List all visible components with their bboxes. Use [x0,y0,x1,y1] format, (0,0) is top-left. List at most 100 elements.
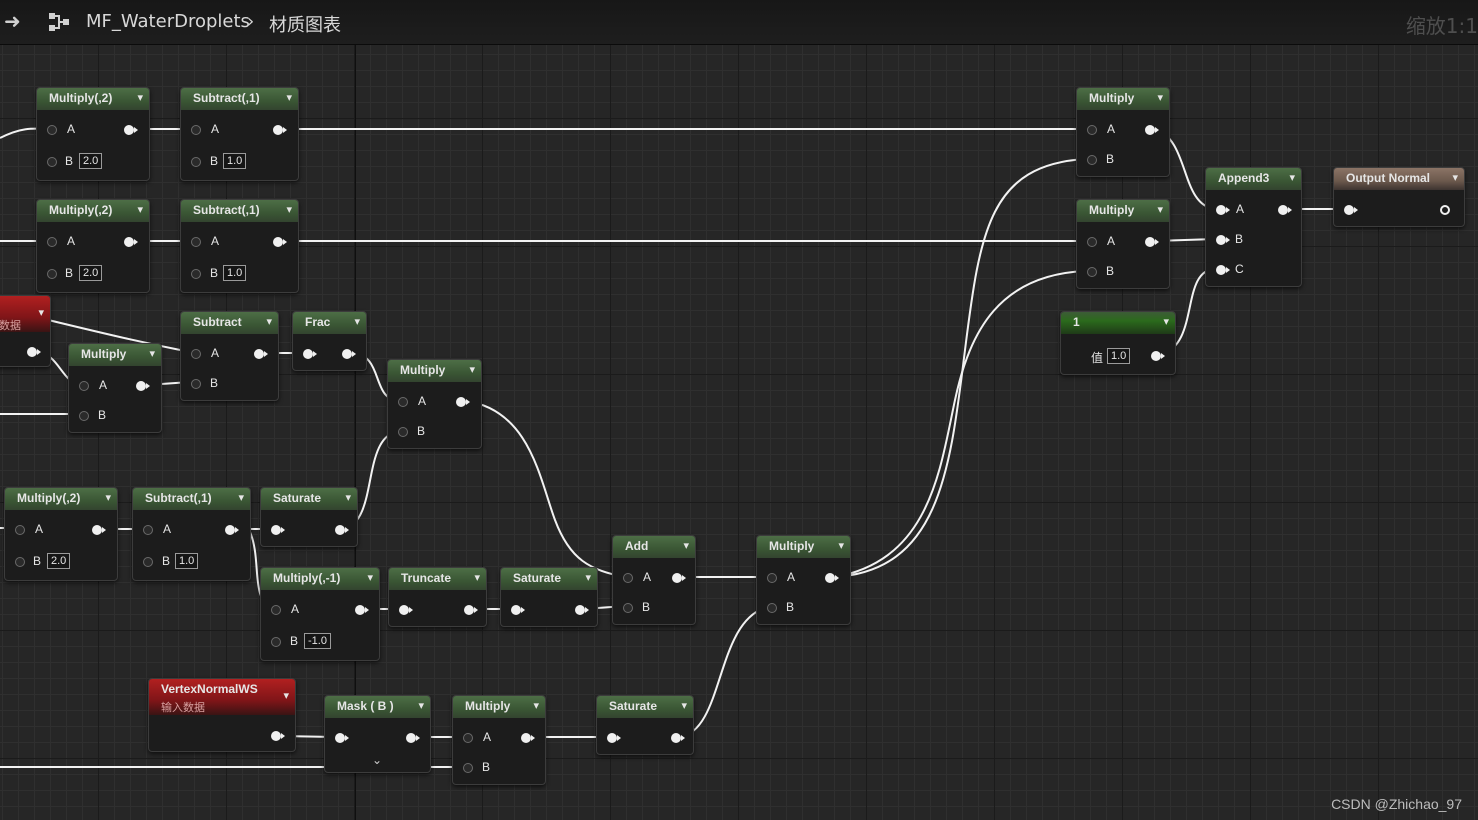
input-pin[interactable] [607,733,621,743]
input-pin-b[interactable] [398,427,408,437]
output-pin[interactable] [273,237,287,247]
value-field[interactable]: 1.0 [1107,348,1131,364]
chevron-down-icon[interactable]: ▾ [149,347,155,360]
chevron-down-icon[interactable]: ▾ [38,306,44,319]
output-pin[interactable] [672,573,686,583]
output-pin[interactable] [464,605,478,615]
input-pin-b[interactable] [143,557,153,567]
node-multiply-row3[interactable]: Multiply ▾ A B [68,343,162,433]
node-saturate-mid[interactable]: Saturate ▾ [500,567,598,627]
output-pin[interactable] [1151,351,1165,361]
chevron-down-icon[interactable]: ▾ [354,315,360,328]
chevron-down-icon[interactable]: ▾ [286,91,292,104]
output-pin[interactable] [342,349,356,359]
node-multiply-2-top[interactable]: Multiply(,2) ▾ A B 2.0 [36,87,150,181]
output-pin[interactable] [271,731,285,741]
value-field[interactable]: 2.0 [79,153,103,169]
node-truncate[interactable]: Truncate ▾ [388,567,487,627]
node-multiply-lower[interactable]: Multiply ▾ A B [756,535,851,625]
chevron-down-icon[interactable]: ▾ [286,203,292,216]
input-pin-a[interactable] [47,125,57,135]
input-pin-a[interactable] [398,397,408,407]
node-multiply-center[interactable]: Multiply ▾ A B [387,359,482,449]
chevron-down-icon[interactable]: ▾ [1157,91,1163,104]
output-pin[interactable] [1145,125,1159,135]
chevron-down-icon[interactable]: ▾ [838,539,844,552]
input-pin-b[interactable] [47,269,57,279]
output-pin[interactable] [1145,237,1159,247]
input-pin[interactable] [303,349,317,359]
chevron-down-icon[interactable]: ▾ [1163,315,1169,328]
output-pin[interactable] [406,733,420,743]
input-pin-a[interactable] [1087,237,1097,247]
chevron-down-icon[interactable]: ▾ [238,491,244,504]
output-pin[interactable] [335,525,349,535]
value-field[interactable]: -1.0 [304,633,331,649]
input-pin-a[interactable] [15,525,25,535]
input-pin[interactable] [1344,205,1358,215]
output-pin[interactable] [456,397,470,407]
output-pin[interactable] [273,125,287,135]
input-pin-a[interactable] [79,381,89,391]
chevron-down-icon[interactable]: ▾ [469,363,475,376]
input-pin[interactable] [271,525,285,535]
input-pin-b[interactable] [15,557,25,567]
output-pin[interactable] [124,125,138,135]
chevron-down-icon[interactable]: ▾ [1289,171,1295,184]
input-pin-a[interactable] [1087,125,1097,135]
input-pin-c[interactable] [1216,265,1230,275]
node-multiply-neg1[interactable]: Multiply(,-1) ▾ A B -1.0 [260,567,380,661]
input-pin-a[interactable] [463,733,473,743]
chevron-down-icon[interactable]: ▾ [137,91,143,104]
input-pin-a[interactable] [623,573,633,583]
input-pin-b[interactable] [47,157,57,167]
node-constant-1[interactable]: 1 ▾ 值 1.0 [1060,311,1176,375]
output-pin[interactable] [355,605,369,615]
node-subtract[interactable]: Subtract ▾ A B [180,311,279,401]
breadcrumb-asset[interactable]: MF_WaterDroplets [86,11,250,32]
output-pin[interactable] [1440,205,1450,215]
input-pin[interactable] [399,605,413,615]
back-arrow-icon[interactable]: ➜ [4,9,21,33]
input-pin-b[interactable] [79,411,89,421]
input-pin-a[interactable] [143,525,153,535]
input-pin-a[interactable] [1216,205,1230,215]
chevron-down-icon[interactable]: ▾ [137,203,143,216]
value-field[interactable]: 1.0 [223,153,247,169]
chevron-down-icon[interactable]: ▾ [1157,203,1163,216]
chevron-down-icon[interactable]: ▾ [283,689,289,702]
chevron-down-icon[interactable]: ▾ [266,315,272,328]
input-pin-b[interactable] [191,157,201,167]
chevron-down-icon[interactable]: ▾ [367,571,373,584]
node-multiply-bottom[interactable]: Multiply ▾ A B [452,695,546,785]
input-pin-a[interactable] [191,349,201,359]
input-pin-b[interactable] [191,269,201,279]
node-output-normal[interactable]: Output Normal ▾ [1333,167,1465,227]
node-saturate-bottom[interactable]: Saturate ▾ [596,695,694,755]
node-multiply-right-top[interactable]: Multiply ▾ A B [1076,87,1170,177]
input-pin-b[interactable] [1087,267,1097,277]
input-pin-b[interactable] [1087,155,1097,165]
input-pin-a[interactable] [191,125,201,135]
chevron-down-icon[interactable]: ▾ [683,539,689,552]
value-field[interactable]: 2.0 [79,265,103,281]
node-saturate-left[interactable]: Saturate ▾ [260,487,358,547]
output-pin[interactable] [124,237,138,247]
input-pin-a[interactable] [767,573,777,583]
value-field[interactable]: 2.0 [47,553,71,569]
chevron-down-icon[interactable]: ▾ [585,571,591,584]
node-subtract-1-bottom[interactable]: Subtract(,1) ▾ A B 1.0 [132,487,251,581]
node-frac[interactable]: Frac ▾ [292,311,367,371]
node-input-data-partial[interactable]: 数据 ▾ [0,295,51,367]
input-pin[interactable] [511,605,525,615]
chevron-down-icon[interactable]: ▾ [418,699,424,712]
input-pin-a[interactable] [271,605,281,615]
output-pin[interactable] [254,349,268,359]
chevron-down-icon[interactable]: ▾ [105,491,111,504]
node-vertex-normal-ws[interactable]: VertexNormalWS 输入数据 ▾ [148,678,296,752]
node-multiply-right-mid[interactable]: Multiply ▾ A B [1076,199,1170,289]
input-pin-b[interactable] [1216,235,1230,245]
input-pin-b[interactable] [767,603,777,613]
node-subtract-1-mid[interactable]: Subtract(,1) ▾ A B 1.0 [180,199,299,293]
chevron-down-icon[interactable]: ▾ [681,699,687,712]
